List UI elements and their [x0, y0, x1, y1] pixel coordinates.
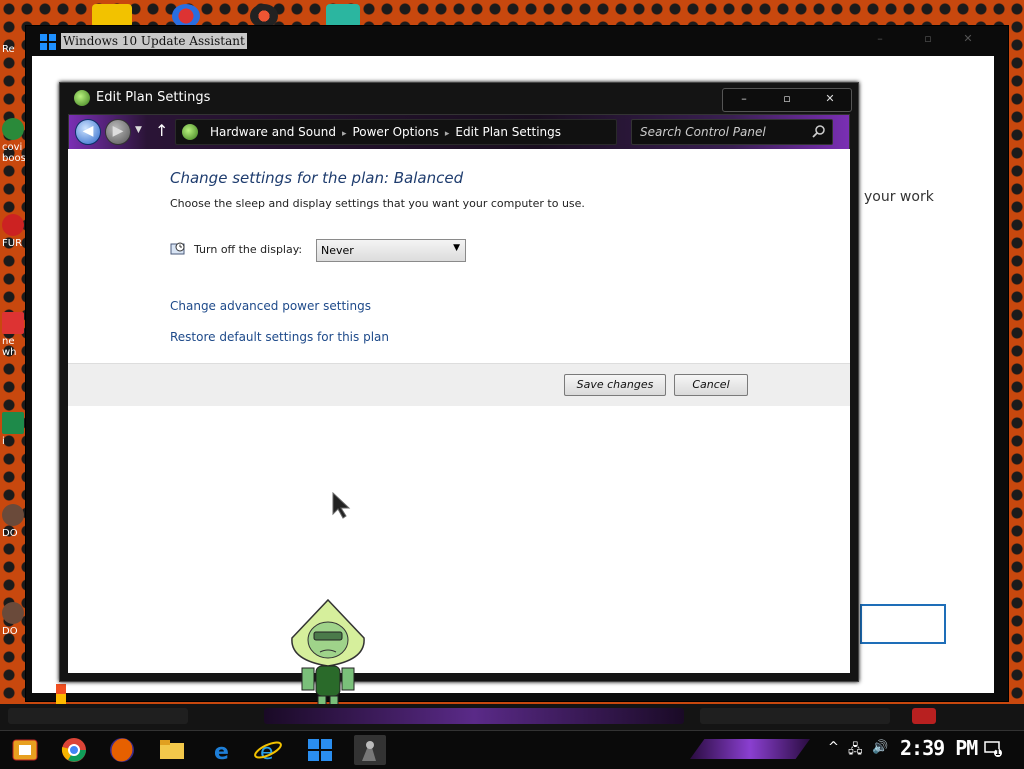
cancel-button[interactable]: Cancel: [674, 374, 748, 396]
app-icon: [2, 312, 24, 334]
microsoft-logo-icon: [56, 684, 66, 704]
maximize-button[interactable]: ▫: [910, 32, 946, 50]
breadcrumb-item[interactable]: Edit Plan Settings: [455, 125, 561, 139]
forward-button[interactable]: ▶: [105, 119, 131, 145]
breadcrumb-separator-icon[interactable]: ▸: [342, 129, 347, 139]
notification-center-icon[interactable]: 1: [984, 741, 1002, 757]
up-arrow-button[interactable]: ↑: [155, 121, 168, 140]
toolbar-segment[interactable]: [912, 708, 936, 724]
toolbar-segment[interactable]: [264, 708, 684, 724]
search-icon[interactable]: [812, 124, 826, 138]
forward-arrow-icon: ▶: [112, 123, 124, 139]
back-arrow-icon: ◀: [82, 123, 94, 139]
desktop-icon-label: ne wh: [2, 336, 17, 358]
navigation-bar: ◀ ▶ ▼ ↑ Hardware and Sound ▸ Power Options…: [68, 114, 850, 150]
window-title: Edit Plan Settings: [96, 90, 211, 105]
edge-icon[interactable]: e: [206, 735, 238, 765]
display-timeout-value: Never: [321, 244, 354, 257]
advanced-power-settings-link[interactable]: Change advanced power settings: [170, 299, 371, 313]
start-icon[interactable]: [10, 736, 40, 764]
search-box[interactable]: Search Control Panel: [631, 119, 833, 145]
toolbar-segment[interactable]: [8, 708, 188, 724]
firefox-icon[interactable]: [106, 735, 138, 765]
breadcrumb-separator-icon[interactable]: ▸: [445, 129, 450, 139]
network-icon[interactable]: 🖧: [848, 740, 863, 762]
file-explorer-icon[interactable]: [156, 735, 188, 765]
update-assistant-title: Windows 10 Update Assistant: [61, 33, 247, 49]
chevron-down-icon: ▼: [453, 243, 460, 253]
app-icon: [2, 214, 24, 236]
close-button[interactable]: ✕: [950, 32, 986, 50]
desktop-icon-label: i: [2, 436, 5, 447]
maximize-button[interactable]: ▫: [766, 89, 808, 111]
desktop-icon-label: DO: [2, 626, 18, 637]
desktop-icon-label: FUR: [2, 238, 23, 249]
back-button[interactable]: ◀: [75, 119, 101, 145]
power-options-icon: [74, 90, 90, 106]
breadcrumb-item[interactable]: Power Options: [352, 125, 438, 139]
minimize-button[interactable]: –: [723, 89, 765, 111]
volume-icon[interactable]: 🔊: [872, 740, 888, 755]
taskbar-decoration: [690, 739, 810, 759]
control-panel-icon: [182, 124, 198, 140]
breadcrumb[interactable]: Hardware and Sound ▸ Power Options ▸ Edit Pl…: [175, 119, 617, 145]
save-changes-button[interactable]: Save changes: [564, 374, 666, 396]
display-timeout-select[interactable]: Never ▼: [316, 239, 466, 262]
edit-plan-settings-window: Edit Plan Settings – ▫ ✕ ◀ ▶ ▼ ↑ Hardwar…: [59, 82, 859, 682]
window-controls: – ▫ ✕: [722, 88, 852, 112]
update-assistant-text: your work: [864, 189, 934, 205]
taskbar-clock[interactable]: 2:39 PM: [900, 736, 978, 760]
taskbar: e e ^ 🖧 🔊 2:39 PM 1: [0, 730, 1024, 769]
svg-text:e: e: [214, 740, 229, 765]
recent-pages-dropdown[interactable]: ▼: [135, 125, 142, 135]
window-titlebar[interactable]: Edit Plan Settings – ▫ ✕: [60, 83, 858, 113]
breadcrumb-items: Hardware and Sound ▸ Power Options ▸ Edit Pl…: [210, 125, 561, 139]
restore-defaults-link[interactable]: Restore default settings for this plan: [170, 330, 389, 344]
page-subheading: Choose the sleep and display settings th…: [170, 197, 585, 210]
desktop-icon-label: covi boos: [2, 142, 26, 164]
display-timeout-label: Turn off the display:: [194, 243, 303, 256]
app-icon: [2, 504, 24, 526]
page-heading: Change settings for the plan: Balanced: [170, 169, 464, 187]
close-button[interactable]: ✕: [809, 89, 851, 111]
app-icon: [2, 602, 24, 624]
windows-logo-icon: [40, 34, 56, 50]
toolbar-segment[interactable]: [700, 708, 890, 724]
search-placeholder: Search Control Panel: [640, 125, 766, 139]
app-icon: [2, 412, 24, 434]
breadcrumb-item[interactable]: Hardware and Sound: [210, 125, 336, 139]
desktop-icon-label: DO: [2, 528, 18, 539]
desktop-icon-label: Re: [2, 44, 15, 55]
show-hidden-icons-chevron-icon[interactable]: ^: [828, 740, 839, 755]
chrome-icon[interactable]: [58, 735, 90, 765]
desktop-top-icons: [80, 0, 400, 28]
character-icon[interactable]: [354, 735, 386, 765]
update-assistant-titlebar[interactable]: Windows 10 Update Assistant – ▫ ✕: [26, 26, 1008, 56]
minimize-button[interactable]: –: [862, 32, 898, 50]
notification-count-badge: 1: [995, 748, 1001, 757]
app-icon: [2, 118, 24, 140]
internet-explorer-icon[interactable]: e: [252, 735, 284, 765]
windows-icon[interactable]: [304, 735, 336, 765]
content-area: Change settings for the plan: Balanced C…: [68, 149, 850, 673]
monitor-clock-icon: [170, 242, 185, 255]
update-assistant-button-outline[interactable]: [860, 604, 946, 644]
toolbar-strip: [0, 704, 1024, 730]
button-bar: Save changes Cancel: [68, 363, 850, 406]
mouse-cursor-icon: [332, 492, 351, 519]
